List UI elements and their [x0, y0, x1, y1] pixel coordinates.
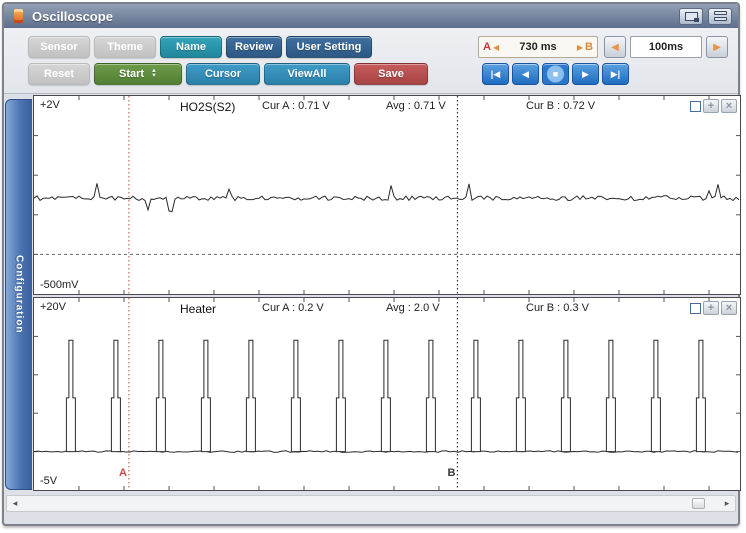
waveform-area-heater[interactable]: AB [34, 298, 740, 490]
stop-icon: ■ [553, 69, 558, 79]
channel-checkbox[interactable] [690, 303, 701, 314]
average-reading: Avg : 0.71 V [386, 100, 446, 112]
scrollbar-thumb[interactable] [692, 498, 705, 509]
cursor-a-tag: A [483, 41, 491, 53]
close-icon: × [726, 101, 732, 112]
zoom-channel-button[interactable]: + [703, 301, 719, 315]
toolbar: Sensor Theme Name Review User Setting Re… [4, 28, 738, 94]
plus-icon: + [708, 303, 714, 314]
plus-icon: + [708, 101, 714, 112]
cursor-b-tag: B [585, 41, 593, 53]
app-icon [14, 9, 23, 23]
y-max-label: +20V [40, 301, 66, 313]
right-arrow-icon: ▶ [713, 42, 721, 53]
oscilloscope-window: Oscilloscope Sensor Theme Name Review Us… [2, 2, 740, 526]
ab-delta-value: 730 ms [501, 41, 575, 53]
svg-text:B: B [447, 467, 455, 479]
configuration-tab-label: Configuration [14, 255, 25, 334]
waveform-area-ho2s[interactable] [34, 96, 740, 294]
start-spinner-icon[interactable]: ▲▼ [151, 69, 157, 79]
zoom-channel-button[interactable]: + [703, 99, 719, 113]
cursor-b-reading: Cur B : 0.3 V [526, 302, 589, 314]
save-button[interactable]: Save [354, 63, 428, 85]
screen-capture-button[interactable] [679, 8, 703, 25]
y-max-label: +2V [40, 99, 60, 111]
scope-panel-heater: AB +20V Heater Cur A : 0.2 V Avg : 2.0 V… [33, 297, 741, 491]
cursor-ab-range-display: A ◀ 730 ms ▶ B [478, 36, 598, 58]
scroll-right-icon[interactable]: ▸ [721, 498, 733, 509]
close-icon: × [726, 303, 732, 314]
review-button[interactable]: Review [226, 36, 282, 58]
user-setting-button[interactable]: User Setting [286, 36, 372, 58]
sensor-button[interactable]: Sensor [28, 36, 90, 58]
left-arrow-icon: ◀ [611, 42, 619, 53]
name-button[interactable]: Name [160, 36, 222, 58]
theme-button[interactable]: Theme [94, 36, 156, 58]
viewall-button[interactable]: ViewAll [264, 63, 350, 85]
timebase-increase-button[interactable]: ▶ [706, 36, 728, 58]
cursor-b-reading: Cur B : 0.72 V [526, 100, 595, 112]
skip-to-end-button[interactable]: ▶| [602, 63, 629, 85]
configuration-tab[interactable]: Configuration [5, 99, 32, 490]
svg-text:A: A [119, 467, 127, 479]
skip-to-start-button[interactable]: |◀ [482, 63, 509, 85]
channel-checkbox[interactable] [690, 101, 701, 112]
skip-back-icon: |◀ [491, 69, 500, 80]
titlebar: Oscilloscope [4, 4, 738, 28]
step-back-button[interactable]: ◀ [512, 63, 539, 85]
start-button[interactable]: Start ▲▼ [94, 63, 182, 85]
y-min-label: -500mV [40, 279, 79, 291]
cursor-a-reading: Cur A : 0.71 V [262, 100, 330, 112]
reset-button[interactable]: Reset [28, 63, 90, 85]
scroll-left-icon[interactable]: ◂ [9, 498, 21, 509]
cursor-button[interactable]: Cursor [186, 63, 260, 85]
horizontal-scrollbar[interactable]: ◂ ▸ [6, 495, 736, 512]
average-reading: Avg : 2.0 V [386, 302, 440, 314]
start-button-label: Start [119, 68, 144, 80]
tile-windows-button[interactable] [708, 8, 732, 25]
scope-panel-ho2s: +2V HO2S(S2) Cur A : 0.71 V Avg : 0.71 V… [33, 95, 741, 295]
cursor-b-arrow-icon: ▶ [577, 43, 583, 52]
playback-controls: |◀ ◀ ■ ▶ ▶| [482, 63, 629, 85]
tile-icon [714, 11, 727, 21]
seek-back-icon: ◀ [522, 69, 529, 80]
stop-button[interactable]: ■ [542, 63, 569, 85]
play-button[interactable]: ▶ [572, 63, 599, 85]
skip-forward-icon: ▶| [611, 69, 620, 80]
scrollbar-track[interactable] [21, 498, 721, 509]
window-title: Oscilloscope [32, 9, 113, 24]
play-icon: ▶ [582, 69, 589, 80]
screen-icon [685, 12, 698, 21]
channel-title: Heater [180, 302, 216, 316]
cursor-a-arrow-icon: ◀ [493, 43, 499, 52]
toolbar-row-1: Sensor Theme Name Review User Setting [28, 36, 372, 58]
timebase-decrease-button[interactable]: ◀ [604, 36, 626, 58]
close-channel-button[interactable]: × [721, 99, 737, 113]
y-min-label: -5V [40, 475, 57, 487]
close-channel-button[interactable]: × [721, 301, 737, 315]
channel-title: HO2S(S2) [180, 100, 235, 114]
cursor-a-reading: Cur A : 0.2 V [262, 302, 324, 314]
toolbar-row-2: Reset Start ▲▼ Cursor ViewAll Save [28, 63, 428, 85]
timebase-value: 100ms [630, 36, 702, 58]
